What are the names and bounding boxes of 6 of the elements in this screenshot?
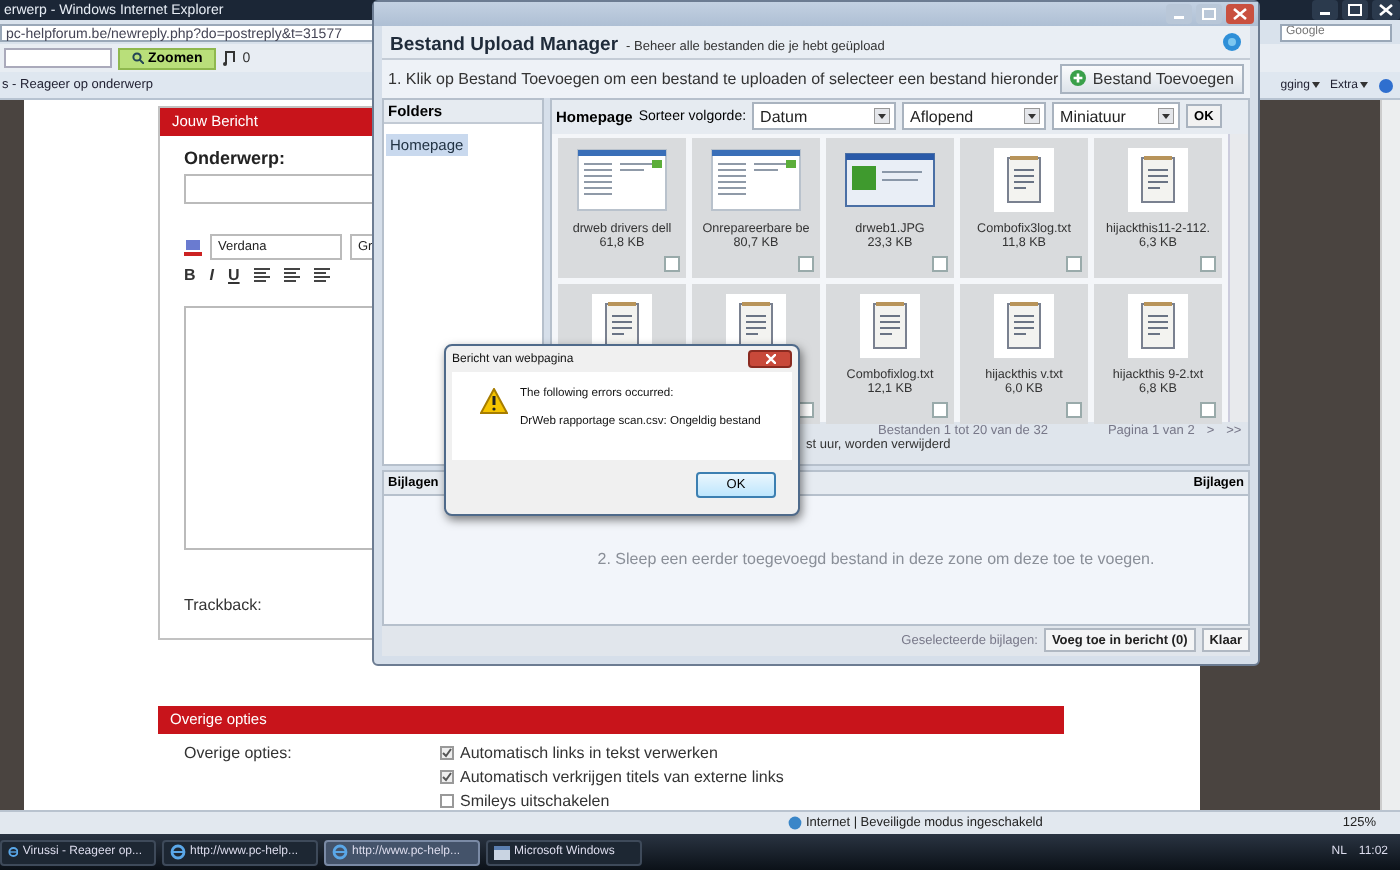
field-label: Onderwerp: — [184, 148, 288, 168]
instruction-text: 1. Klik op Bestand Toevoegen om een bestand te uploaden of selecteer een bestand hieronder — [388, 69, 1059, 88]
drop-hint: 2. Sleep een eerder toegevoegd bestand in deze zone om deze toe te voegen. — [597, 550, 1155, 569]
field-label: Overige opties: — [184, 744, 294, 766]
field-label: Trackback: — [184, 596, 264, 614]
dialog-title: Bestand Upload Manager — [390, 33, 619, 56]
